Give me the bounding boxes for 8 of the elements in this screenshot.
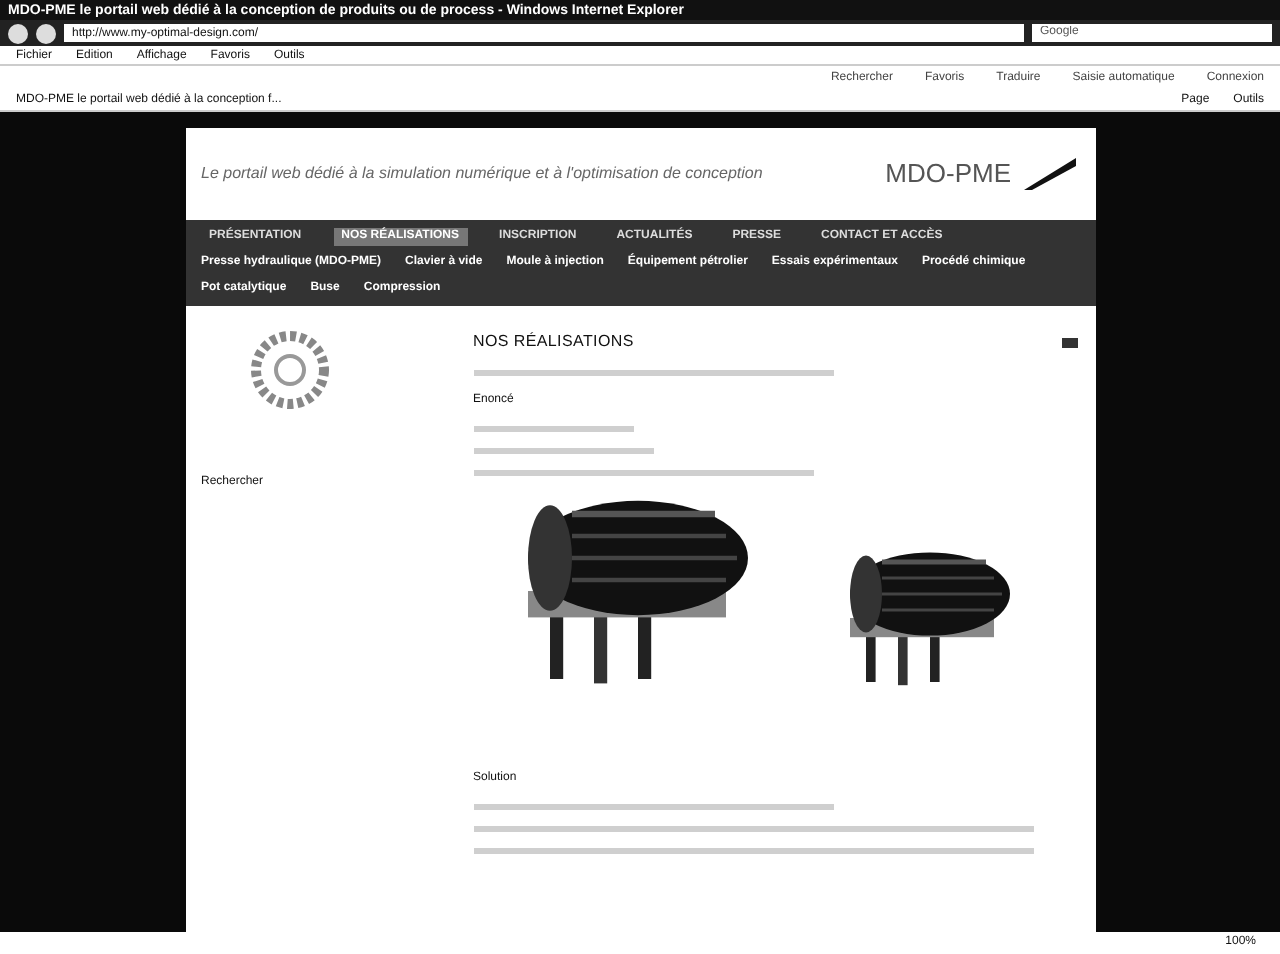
logo-icon (1019, 154, 1079, 194)
gear-icon (249, 330, 329, 410)
page-heading: NOS RÉALISATIONS (473, 330, 634, 354)
site-tagline: Le portail web dédié à la simulation numérique et à l'optimisation de conception (201, 162, 763, 186)
print-icon (1059, 334, 1079, 350)
back-button[interactable] (8, 23, 28, 43)
forward-button[interactable] (36, 23, 56, 43)
site-logo: MDO-PME (885, 156, 1011, 193)
